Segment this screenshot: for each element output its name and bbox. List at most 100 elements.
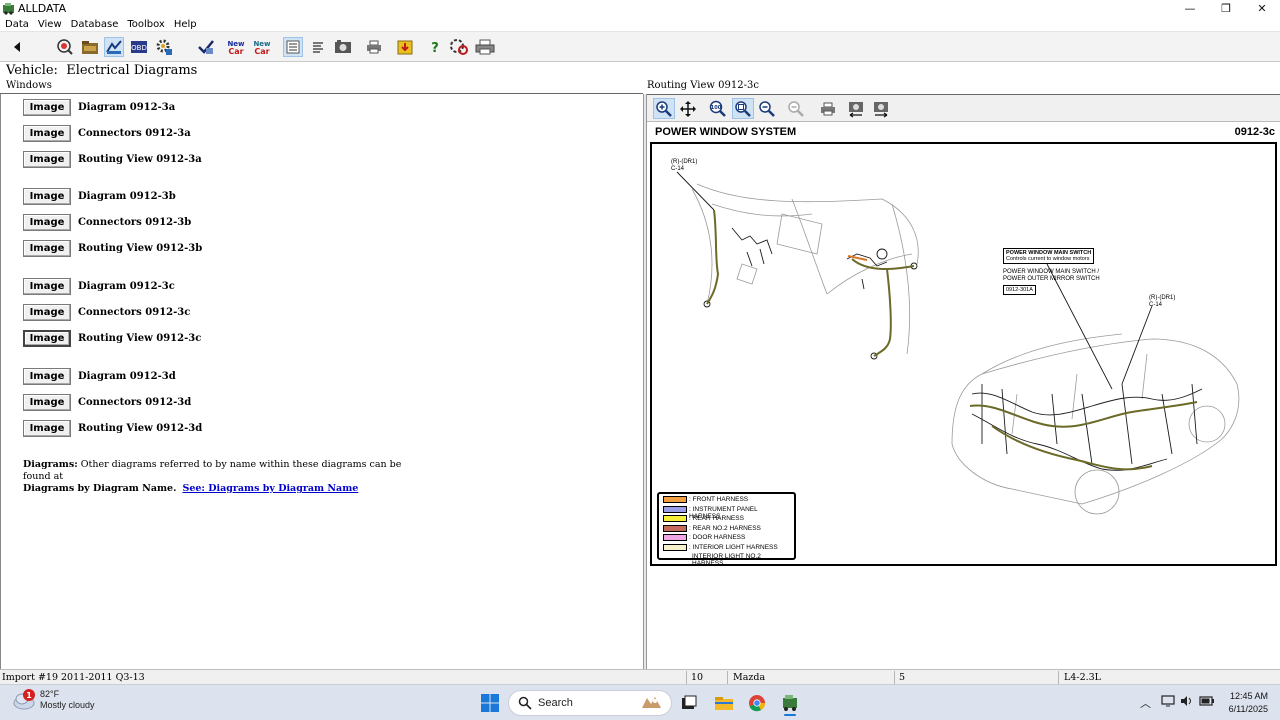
zoom-out-icon[interactable]: [756, 98, 778, 119]
list-item-label: Diagram 0912-3d: [78, 371, 176, 382]
settings-cog-icon[interactable]: [154, 37, 174, 57]
callout-line: Controls current to window motors: [1006, 256, 1090, 262]
zoom-fit-icon[interactable]: 100: [707, 98, 729, 119]
menu-view[interactable]: View: [38, 19, 62, 30]
image-button[interactable]: Image: [23, 188, 71, 205]
routing-view-label: Routing View 0912-3c: [647, 80, 759, 91]
text-view-icon[interactable]: [308, 37, 328, 57]
show-hidden-icons-icon[interactable]: ︿: [1140, 695, 1151, 711]
wiring-diagram[interactable]: POWER WINDOW SYSTEM 0912-3c (R)-(DR1) C-…: [650, 125, 1277, 566]
image-button[interactable]: Image: [23, 99, 71, 116]
note-heading-2: Diagrams by Diagram Name.: [23, 483, 177, 494]
image-button[interactable]: Image: [23, 240, 71, 257]
window-title: ALLDATA: [18, 2, 67, 15]
print-icon[interactable]: [364, 37, 384, 57]
svg-text:Car: Car: [228, 47, 243, 56]
back-icon[interactable]: [7, 37, 27, 57]
callout-line: C-14: [1149, 302, 1163, 308]
rotate-right-icon[interactable]: [870, 98, 892, 119]
list-item-label: Diagram 0912-3c: [78, 281, 175, 292]
legend-label: : REAR HARNESS: [689, 515, 744, 522]
print-icon[interactable]: [817, 98, 839, 119]
printer-icon[interactable]: [475, 37, 495, 57]
callout-line: POWER OUTER MIRROR SWITCH: [1003, 276, 1100, 282]
list-item: Image Routing View 0912-3a: [23, 151, 202, 168]
windows-label: Windows: [6, 80, 52, 91]
callout-line: C-14: [671, 166, 685, 172]
task-view-icon[interactable]: [676, 690, 702, 716]
diagram-frame: (R)-(DR1) C-14 POWER WINDOW MAIN SWITCH …: [650, 142, 1277, 566]
legend-swatch: [663, 496, 687, 503]
display-icon[interactable]: [1161, 695, 1175, 710]
file-explorer-icon[interactable]: [711, 690, 737, 716]
zoom-out-disabled-icon[interactable]: [785, 98, 807, 119]
folder-icon[interactable]: [80, 37, 100, 57]
legend-swatch: [663, 543, 687, 551]
list-item: Image Routing View 0912-3d: [23, 420, 202, 437]
image-button[interactable]: Image: [23, 278, 71, 295]
selected-tool-icon[interactable]: [104, 37, 124, 57]
list-item-label: Diagram 0912-3b: [78, 191, 176, 202]
menu-toolbox[interactable]: Toolbox: [127, 19, 165, 30]
image-button[interactable]: Image: [23, 125, 71, 142]
zoom-window-icon[interactable]: [732, 98, 754, 119]
windows-taskbar: 82°F Mostly cloudy 1 Search ︿ 12:45 AM 6…: [0, 684, 1280, 720]
volume-icon[interactable]: [1180, 695, 1194, 710]
image-button[interactable]: Image: [23, 151, 71, 168]
menu-data[interactable]: Data: [5, 19, 29, 30]
checkmark-icon[interactable]: [196, 37, 216, 57]
alldata-app-icon: [3, 3, 14, 15]
image-button[interactable]: Image: [23, 330, 71, 347]
obd-icon[interactable]: OBD: [129, 37, 149, 57]
status-number: 10: [691, 672, 704, 683]
alldata-taskbar-icon[interactable]: [777, 690, 803, 716]
main-switch-callout: POWER WINDOW MAIN SWITCH / POWER OUTER M…: [1003, 269, 1100, 283]
taskbar-search[interactable]: Search: [508, 690, 672, 716]
menu-help[interactable]: Help: [174, 19, 197, 30]
help-icon[interactable]: ?: [425, 37, 445, 57]
close-icon[interactable]: ✕: [1244, 0, 1280, 17]
restore-icon[interactable]: ❐: [1208, 0, 1244, 17]
battery-icon[interactable]: [1199, 695, 1215, 710]
list-view-icon[interactable]: [283, 37, 303, 57]
image-button[interactable]: Image: [23, 394, 71, 411]
list-item-label: Routing View 0912-3d: [78, 423, 203, 434]
web-search-icon[interactable]: [55, 37, 75, 57]
pan-icon[interactable]: [677, 98, 699, 119]
list-item: Image Diagram 0912-3d: [23, 368, 176, 385]
new-car-parts-icon[interactable]: New Car: [252, 37, 272, 57]
find-icon[interactable]: [449, 37, 469, 57]
new-car-icon[interactable]: New Car: [226, 37, 246, 57]
viewer-toolbar: 100: [647, 95, 1280, 122]
image-button[interactable]: Image: [23, 368, 71, 385]
weather-desc: Mostly cloudy: [40, 700, 95, 710]
connector-callout-right: (R)-(DR1) C-14: [1149, 295, 1175, 309]
clock-date: 6/11/2025: [1228, 704, 1268, 714]
legend-item: : INSTRUMENT PANEL HARNESS: [663, 505, 790, 520]
callout-line: (R)-(DR1): [1149, 295, 1176, 301]
diagram-name-link[interactable]: See: Diagrams by Diagram Name: [182, 483, 358, 494]
bookmark-icon[interactable]: [395, 37, 415, 57]
clock-time: 12:45 AM: [1229, 691, 1268, 701]
image-button[interactable]: Image: [23, 214, 71, 231]
legend-item: : REAR NO.2 HARNESS: [663, 524, 790, 535]
image-button[interactable]: Image: [23, 420, 71, 437]
chrome-icon[interactable]: [744, 690, 770, 716]
zoom-in-icon[interactable]: [653, 98, 675, 119]
minimize-icon[interactable]: —: [1172, 0, 1208, 17]
image-button[interactable]: Image: [23, 304, 71, 321]
windows-start-icon[interactable]: [477, 690, 503, 716]
section-title: Electrical Diagrams: [66, 63, 198, 78]
menu-database[interactable]: Database: [71, 19, 119, 30]
list-item: Image Routing View 0912-3c: [23, 330, 201, 347]
legend-label: INTERIOR LIGHT NO.2 HARNESS: [692, 553, 761, 566]
list-item-label: Routing View 0912-3c: [78, 333, 202, 344]
rotate-left-icon[interactable]: [845, 98, 867, 119]
note-heading: Diagrams:: [23, 459, 78, 470]
legend-swatch: [663, 515, 687, 522]
legend-swatch: [663, 524, 687, 532]
image-view-icon[interactable]: [333, 37, 353, 57]
list-item-label: Connectors 0912-3c: [78, 307, 191, 318]
system-clock[interactable]: 12:45 AM 6/11/2025: [1229, 690, 1268, 716]
list-item: Image Connectors 0912-3d: [23, 394, 191, 411]
